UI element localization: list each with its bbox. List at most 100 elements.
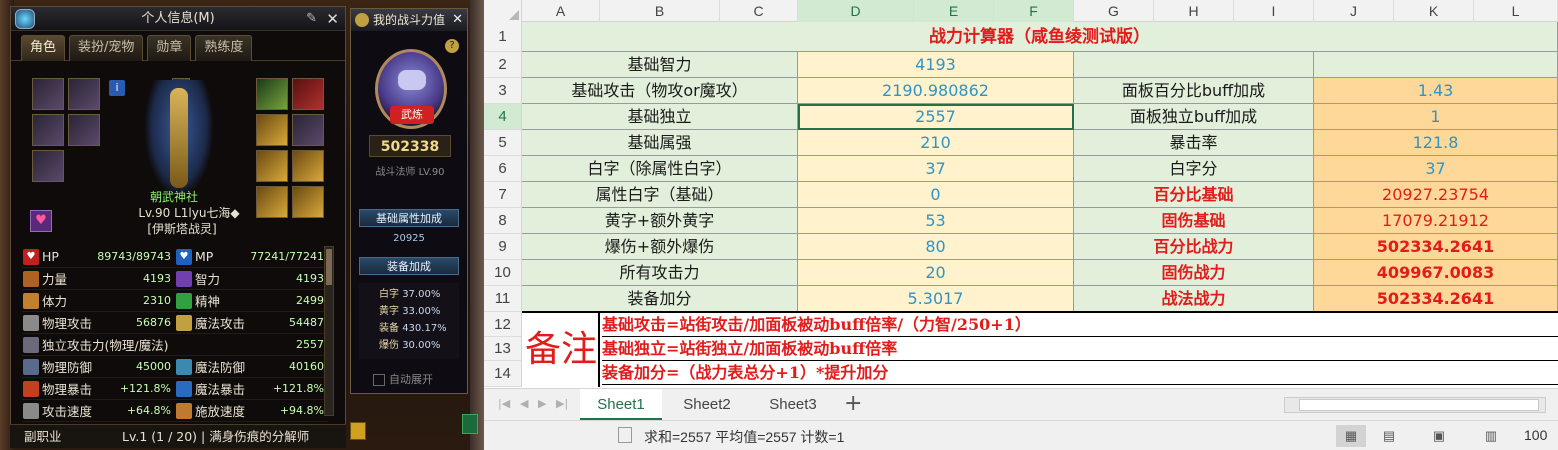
result-value[interactable]: 1.43 bbox=[1314, 78, 1558, 104]
note-line[interactable]: 装备加分=（战力表总分+1）*提升加分 bbox=[602, 361, 1558, 385]
row-header[interactable]: 11 bbox=[484, 286, 522, 312]
column-header[interactable]: E bbox=[914, 0, 994, 22]
row-header[interactable]: 3 bbox=[484, 78, 522, 104]
info-icon[interactable]: i bbox=[109, 80, 125, 96]
param-value[interactable]: 20 bbox=[798, 260, 1074, 286]
result-label[interactable]: 面板独立buff加成 bbox=[1074, 104, 1314, 130]
scrollbar-thumb[interactable] bbox=[326, 249, 332, 285]
equip-slot-ring[interactable] bbox=[256, 114, 288, 146]
param-label[interactable]: 黄字+额外黄字 bbox=[522, 208, 798, 234]
pin-icon[interactable]: ✎ bbox=[306, 7, 317, 31]
result-value[interactable] bbox=[1314, 52, 1558, 78]
result-value[interactable]: 20927.23754 bbox=[1314, 182, 1558, 208]
stats-scrollbar[interactable] bbox=[324, 246, 334, 416]
help-icon[interactable]: ? bbox=[445, 39, 459, 53]
param-label[interactable]: 白字（除属性白字） bbox=[522, 156, 798, 182]
row-header[interactable]: 4 bbox=[484, 104, 522, 130]
param-value[interactable]: 2190.980862 bbox=[798, 78, 1074, 104]
equip-slot-support[interactable] bbox=[292, 114, 324, 146]
horizontal-scrollbar[interactable] bbox=[1284, 397, 1546, 413]
page-break-icon[interactable]: ▣ bbox=[1424, 425, 1454, 447]
note-line[interactable]: 基础攻击=站街攻击/加面板被动buff倍率/（力智/250+1） bbox=[602, 313, 1558, 337]
tab-medal[interactable]: 勋章 bbox=[147, 35, 192, 61]
equip-slot-shoulder[interactable] bbox=[32, 114, 64, 146]
row-header[interactable]: 13 bbox=[484, 337, 522, 361]
calculator-title[interactable]: 战力计算器（咸鱼绫测试版） bbox=[522, 22, 1558, 52]
result-value[interactable]: 502334.2641 bbox=[1314, 234, 1558, 260]
param-value[interactable]: 37 bbox=[798, 156, 1074, 182]
param-label[interactable]: 基础独立 bbox=[522, 104, 798, 130]
last-sheet-icon[interactable]: ▶| bbox=[556, 397, 568, 410]
result-value[interactable]: 17079.21912 bbox=[1314, 208, 1558, 234]
equip-slot-bracelet[interactable] bbox=[256, 78, 288, 110]
param-value[interactable]: 0 bbox=[798, 182, 1074, 208]
row-header[interactable]: 8 bbox=[484, 208, 522, 234]
column-header[interactable]: F bbox=[994, 0, 1074, 22]
combat-power-titlebar[interactable]: 我的战斗力值 ✕ bbox=[351, 9, 467, 31]
character-info-titlebar[interactable]: 个人信息(M) ✎ ✕ bbox=[11, 7, 345, 31]
param-value[interactable]: 5.3017 bbox=[798, 286, 1074, 312]
param-label[interactable]: 基础智力 bbox=[522, 52, 798, 78]
param-value[interactable]: 53 bbox=[798, 208, 1074, 234]
param-value[interactable]: 80 bbox=[798, 234, 1074, 260]
page-layout-icon[interactable]: ▤ bbox=[1374, 425, 1404, 447]
param-label[interactable]: 所有攻击力 bbox=[522, 260, 798, 286]
column-header[interactable]: G bbox=[1074, 0, 1154, 22]
tab-character[interactable]: 角色 bbox=[21, 35, 66, 61]
param-value[interactable]: 2557 bbox=[798, 104, 1074, 130]
scrollbar-thumb[interactable] bbox=[1299, 399, 1539, 411]
param-label[interactable]: 基础属强 bbox=[522, 130, 798, 156]
result-label[interactable] bbox=[1074, 52, 1314, 78]
param-value[interactable]: 210 bbox=[798, 130, 1074, 156]
result-label[interactable]: 面板百分比buff加成 bbox=[1074, 78, 1314, 104]
row-header[interactable]: 1 bbox=[484, 22, 522, 52]
row-header[interactable]: 6 bbox=[484, 156, 522, 182]
add-sheet-icon[interactable]: + bbox=[844, 391, 862, 416]
param-label[interactable]: 爆伤+额外爆伤 bbox=[522, 234, 798, 260]
heart-icon[interactable]: ♥ bbox=[30, 210, 52, 232]
prev-sheet-icon[interactable]: ◀ bbox=[520, 397, 528, 410]
result-label[interactable]: 暴击率 bbox=[1074, 130, 1314, 156]
auto-expand-checkbox[interactable]: 自动展开 bbox=[373, 371, 433, 387]
equip-slot-weapon[interactable] bbox=[32, 78, 64, 110]
result-value[interactable]: 121.8 bbox=[1314, 130, 1558, 156]
result-label[interactable]: 百分比战力 bbox=[1074, 234, 1314, 260]
base-attribute-header[interactable]: 基础属性加成 bbox=[359, 209, 459, 227]
equip-slot-magic-stone[interactable] bbox=[292, 150, 324, 182]
equip-bonus-header[interactable]: 装备加成 bbox=[359, 257, 459, 275]
column-header[interactable]: L bbox=[1474, 0, 1558, 22]
column-header[interactable]: B bbox=[600, 0, 720, 22]
equip-slot-necklace[interactable] bbox=[292, 78, 324, 110]
column-header[interactable]: J bbox=[1314, 0, 1394, 22]
result-value[interactable]: 1 bbox=[1314, 104, 1558, 130]
row-header[interactable]: 2 bbox=[484, 52, 522, 78]
column-header[interactable]: D bbox=[798, 0, 914, 22]
sheet-tab[interactable]: Sheet1 bbox=[580, 389, 662, 421]
result-value[interactable]: 502334.2641 bbox=[1314, 286, 1558, 312]
row-header[interactable]: 9 bbox=[484, 234, 522, 260]
tab-avatar-pet[interactable]: 装扮/宠物 bbox=[69, 35, 144, 61]
param-label[interactable]: 基础攻击（物攻or魔攻） bbox=[522, 78, 798, 104]
param-label[interactable]: 属性白字（基础） bbox=[522, 182, 798, 208]
result-label[interactable]: 白字分 bbox=[1074, 156, 1314, 182]
quest-icon[interactable] bbox=[350, 422, 366, 440]
reading-view-icon[interactable]: ▥ bbox=[1476, 425, 1506, 447]
param-value[interactable]: 4193 bbox=[798, 52, 1074, 78]
close-icon[interactable]: ✕ bbox=[452, 9, 463, 31]
row-header[interactable]: 14 bbox=[484, 361, 522, 387]
column-header[interactable]: H bbox=[1154, 0, 1234, 22]
result-label[interactable]: 战法战力 bbox=[1074, 286, 1314, 312]
notes-label[interactable]: 备注 bbox=[524, 313, 600, 387]
row-header[interactable]: 12 bbox=[484, 312, 522, 337]
column-header[interactable]: A bbox=[522, 0, 600, 22]
result-label[interactable]: 固伤战力 bbox=[1074, 260, 1314, 286]
menu-icon[interactable] bbox=[462, 414, 478, 434]
select-all-corner[interactable] bbox=[484, 0, 522, 22]
result-label[interactable]: 固伤基础 bbox=[1074, 208, 1314, 234]
sheet-tab[interactable]: Sheet2 bbox=[666, 389, 748, 421]
result-value[interactable]: 409967.0083 bbox=[1314, 260, 1558, 286]
result-value[interactable]: 37 bbox=[1314, 156, 1558, 182]
param-label[interactable]: 装备加分 bbox=[522, 286, 798, 312]
row-header[interactable]: 10 bbox=[484, 260, 522, 286]
first-sheet-icon[interactable]: |◀ bbox=[498, 397, 510, 410]
